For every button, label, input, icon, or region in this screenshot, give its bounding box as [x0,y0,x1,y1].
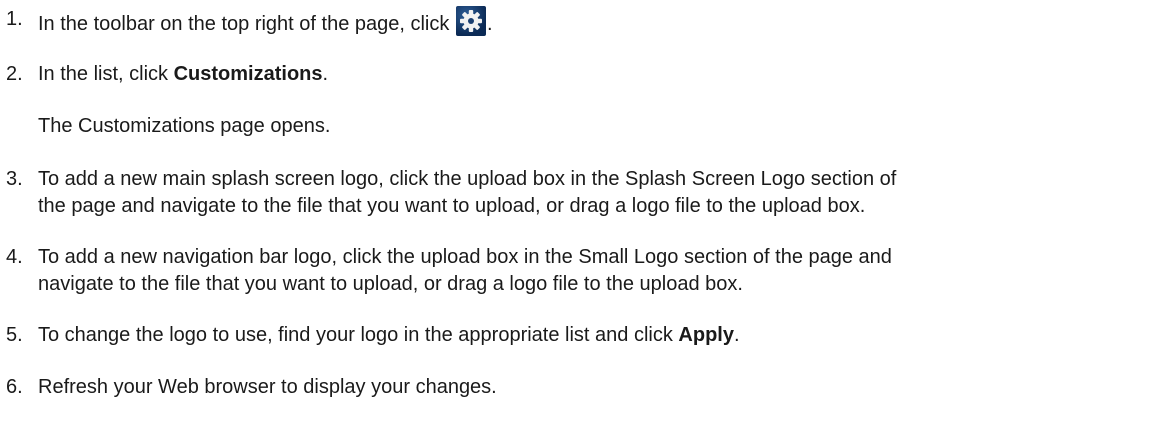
apply-label: Apply [678,324,734,346]
step-text-end: . [733,324,740,346]
step-text: In the list, click [38,63,174,85]
instructions-document: 1. In the toolbar on the top right of th… [0,0,1156,430]
step-number: 3. [6,168,23,190]
customizations-label: Customizations [173,63,323,85]
step-text: To change the logo to use, find your log… [38,324,679,346]
step-text-line-1: To add a new navigation bar logo, click … [38,246,892,268]
note-text: The Customizations page opens. [38,115,331,137]
step-text-line-2: navigate to the file that you want to up… [38,273,743,295]
step-number: 4. [6,246,23,268]
gear-icon [455,6,486,36]
step-text-end: . [486,13,493,35]
step-text: Refresh your Web browser to display your… [38,376,497,398]
step-number: 6. [6,376,23,398]
step-text-line-2: the page and navigate to the file that y… [38,195,866,217]
step-number: 5. [6,324,23,346]
step-number: 1. [6,8,23,30]
step-text: In the toolbar on the top right of the p… [38,13,455,35]
step-number: 2. [6,63,23,85]
step-text-line-1: To add a new main splash screen logo, cl… [38,168,897,190]
step-text-end: . [322,63,329,85]
